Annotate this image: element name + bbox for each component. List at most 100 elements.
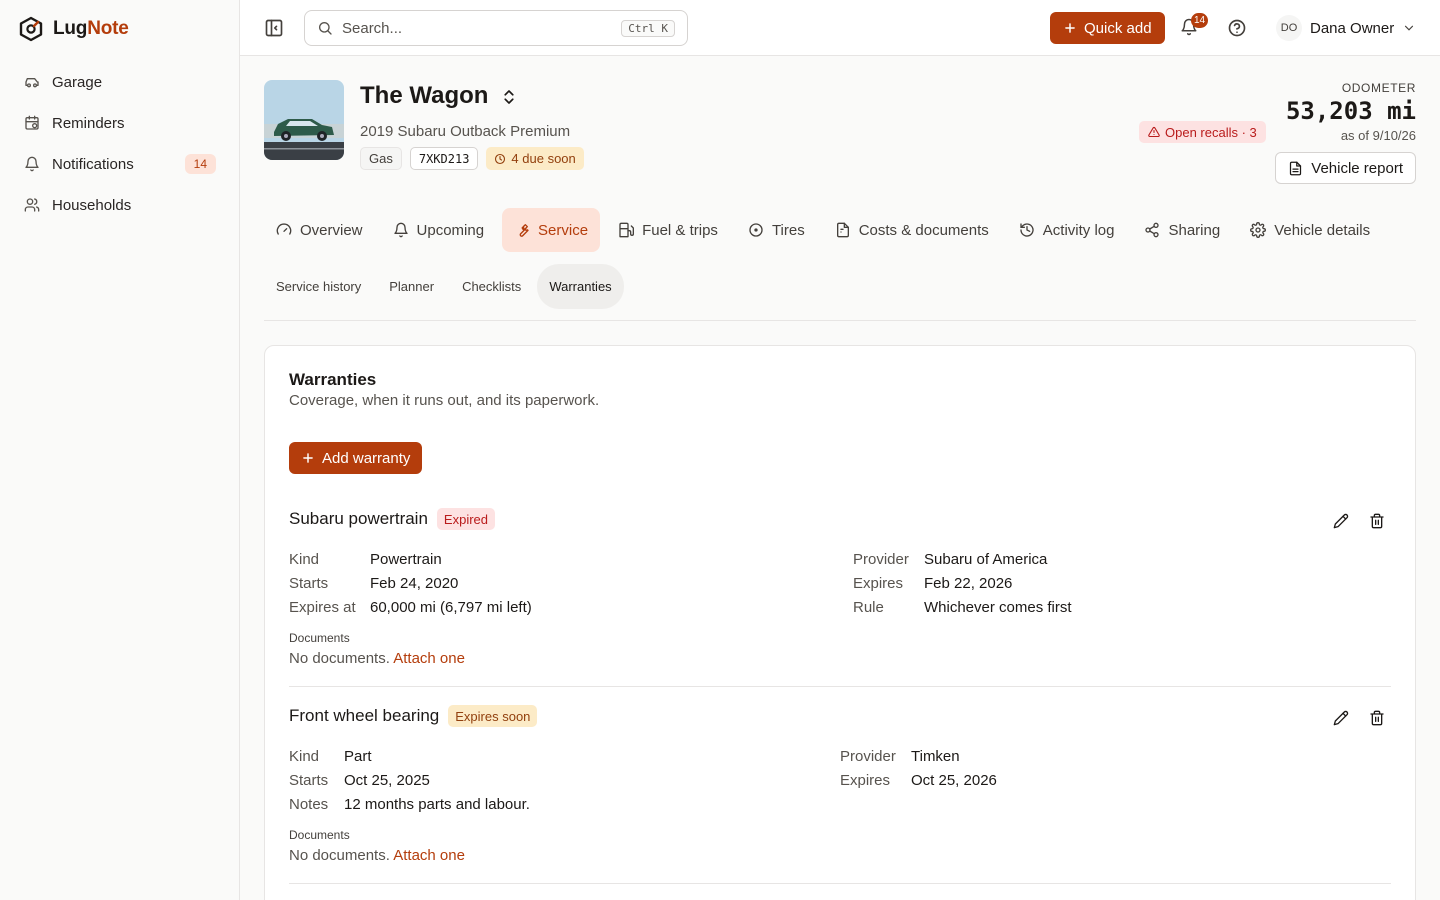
- fuel-type-chip: Gas: [360, 147, 402, 170]
- detail-value: Whichever comes first: [924, 599, 1072, 616]
- detail-key: Expires: [840, 772, 891, 789]
- sidebar-item-notifications[interactable]: Notifications 14: [12, 144, 228, 184]
- warranty-header: Subaru powertrain Expired: [289, 507, 495, 531]
- tab-label: Costs & documents: [858, 221, 989, 239]
- warranty-name: Subaru powertrain: [289, 509, 428, 528]
- clock-icon: [495, 153, 506, 164]
- attach-document-link[interactable]: Attach one: [393, 847, 465, 864]
- bell-icon: [393, 222, 408, 238]
- subtab-checklists[interactable]: Checklists: [450, 264, 533, 309]
- detail-key: Rule: [853, 599, 884, 616]
- vehicle-subtitle: 2019 Subaru Outback Premium: [360, 123, 571, 140]
- detail-value: Powertrain: [370, 551, 442, 568]
- vehicle-chips: Gas 7XKD213 4 due soon: [360, 147, 584, 170]
- due-soon-chip[interactable]: 4 due soon: [486, 147, 584, 170]
- quick-add-button[interactable]: Quick add: [1050, 12, 1165, 44]
- detail-value: Subaru of America: [924, 551, 1048, 568]
- edit-icon[interactable]: [1333, 710, 1349, 726]
- detail-key: Expires: [853, 575, 904, 592]
- open-recalls-badge[interactable]: Open recalls · 3: [1139, 121, 1266, 143]
- tab-label: Upcoming: [416, 221, 485, 239]
- bell-icon: [25, 156, 39, 172]
- vehicle-name: The Wagon: [360, 82, 489, 109]
- edit-icon[interactable]: [1333, 513, 1349, 529]
- tab-service[interactable]: Service: [502, 208, 601, 252]
- wrench-icon: [519, 224, 529, 237]
- detail-value: 60,000 mi (6,797 mi left): [370, 599, 532, 616]
- subtab-planner[interactable]: Planner: [377, 264, 446, 309]
- notifications-count-badge: 14: [184, 154, 216, 174]
- tab-overview[interactable]: Overview: [264, 208, 375, 252]
- vehicle-title: The Wagon: [360, 80, 518, 112]
- warranty-name: Front wheel bearing: [289, 706, 440, 725]
- detail-row: Starts Feb 24, 2020: [289, 572, 458, 596]
- detail-key: Kind: [289, 748, 320, 765]
- vehicle-report-button[interactable]: Vehicle report: [1275, 152, 1416, 184]
- tab-label: Fuel & trips: [642, 221, 718, 239]
- status-badge: Expired: [436, 508, 495, 530]
- logo-icon: [19, 16, 43, 42]
- tab-upcoming[interactable]: Upcoming: [381, 208, 497, 252]
- trash-icon[interactable]: [1369, 513, 1385, 529]
- tab-costs-documents[interactable]: Costs & documents: [823, 208, 1001, 252]
- gear-icon: [1250, 222, 1267, 238]
- receipt-icon: [836, 222, 849, 238]
- warranty-divider: [289, 883, 1391, 884]
- subtab-service-history[interactable]: Service history: [264, 264, 373, 309]
- service-subtabs: Service history Planner Checklists Warra…: [264, 264, 624, 309]
- detail-key: Starts: [289, 575, 329, 592]
- tab-label: Overview: [300, 221, 363, 239]
- tab-label: Tires: [771, 221, 805, 239]
- user-name: Dana Owner: [1310, 19, 1395, 37]
- brand[interactable]: LugNote: [18, 16, 129, 42]
- notifications-button[interactable]: 14: [1180, 13, 1209, 38]
- detail-row: Starts Oct 25, 2025: [289, 769, 430, 793]
- help-icon[interactable]: [1227, 18, 1247, 38]
- odometer-label: ODOMETER: [1341, 81, 1416, 95]
- quick-add-label: Quick add: [1084, 19, 1152, 37]
- tab-sharing[interactable]: Sharing: [1132, 208, 1232, 252]
- chevrons-up-down-icon[interactable]: [500, 88, 518, 106]
- share-icon: [1145, 222, 1160, 238]
- sidebar-item-reminders[interactable]: Reminders: [12, 103, 228, 143]
- tab-vehicle-details[interactable]: Vehicle details: [1238, 208, 1382, 252]
- warranty-divider: [289, 686, 1391, 687]
- notification-count-badge: 14: [1191, 13, 1209, 28]
- fuel-icon: [619, 222, 635, 238]
- add-warranty-button[interactable]: Add warranty: [289, 442, 423, 474]
- detail-value: Feb 24, 2020: [370, 575, 459, 592]
- no-documents-text: No documents.: [289, 650, 390, 667]
- detail-value: Oct 25, 2025: [344, 772, 430, 789]
- trash-icon[interactable]: [1369, 710, 1385, 726]
- sidebar-item-households[interactable]: Households: [12, 185, 228, 225]
- gauge-icon: [276, 223, 292, 235]
- search-icon: [319, 22, 332, 35]
- card-title: Warranties: [289, 370, 377, 389]
- tab-activity-log[interactable]: Activity log: [1007, 208, 1127, 252]
- plate-chip: 7XKD213: [409, 147, 479, 170]
- detail-row: Notes 12 months parts and labour.: [289, 793, 530, 817]
- alert-triangle-icon: [1148, 126, 1160, 138]
- users-icon: [24, 198, 40, 212]
- detail-value: Timken: [911, 748, 960, 765]
- due-soon-label: 4 due soon: [511, 151, 576, 166]
- status-badge: Expires soon: [448, 705, 538, 727]
- sidebar: LugNote Garage Reminders Notifications 1…: [0, 0, 240, 900]
- sidebar-toggle-icon[interactable]: [264, 18, 284, 38]
- search-input[interactable]: [342, 19, 622, 37]
- warranties-card: Warranties Coverage, when it runs out, a…: [264, 345, 1416, 900]
- detail-value: Part: [344, 748, 372, 765]
- plus-icon: [1065, 23, 1075, 33]
- subtab-warranties[interactable]: Warranties: [537, 264, 624, 309]
- top-header: Ctrl K Quick add 14 DO Dana Owner: [240, 0, 1440, 56]
- detail-key: Starts: [289, 772, 329, 789]
- tab-tires[interactable]: Tires: [736, 208, 817, 252]
- tab-fuel-trips[interactable]: Fuel & trips: [606, 208, 730, 252]
- user-menu[interactable]: DO Dana Owner: [1276, 12, 1416, 44]
- sidebar-item-garage[interactable]: Garage: [12, 62, 228, 102]
- detail-row: Expires Feb 22, 2026: [853, 572, 1012, 596]
- search-shortcut: Ctrl K: [621, 19, 675, 37]
- search-box[interactable]: Ctrl K: [304, 10, 688, 46]
- documents-label: Documents: [289, 828, 350, 842]
- attach-document-link[interactable]: Attach one: [393, 650, 465, 667]
